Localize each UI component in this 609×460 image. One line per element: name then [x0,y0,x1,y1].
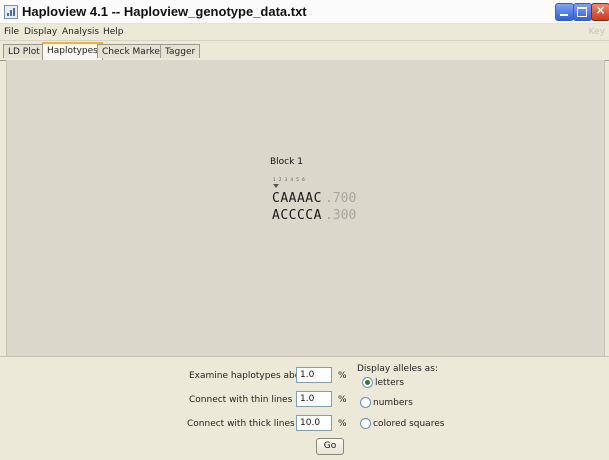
haplotype-sequence: ACCCCA [272,208,322,223]
letters-radio-label[interactable]: letters [375,378,404,388]
minimize-button[interactable] [555,3,574,21]
tab-bar: LD Plot Haplotypes Check Markers Tagger [0,41,609,61]
haplotype-sequence: CAAAAC [272,191,322,206]
marker-id-labels: 1 2 3 4 5 6 [273,177,306,182]
minimize-icon [560,14,568,16]
thin-lines-label: Connect with thin lines if > [189,395,312,405]
title-bar: Haploview 4.1 -- Haploview_genotype_data… [0,0,609,24]
numbers-radio-label[interactable]: numbers [373,398,413,408]
haplotype-row: CAAAAC .700 [272,191,356,206]
thin-lines-input[interactable] [296,391,332,407]
menu-display[interactable]: Display [24,27,57,37]
haploview-window: Haploview 4.1 -- Haploview_genotype_data… [0,0,609,460]
examine-percent-label: % [338,371,347,381]
close-button[interactable]: × [591,3,609,21]
marker-tick-icon [273,184,279,188]
haplotype-row: ACCCCA .300 [272,208,356,223]
thin-percent-label: % [338,395,347,405]
haploview-app-icon [4,5,18,19]
maximize-icon [577,7,587,17]
maximize-button[interactable] [573,3,592,21]
menu-help[interactable]: Help [103,27,124,37]
colored-squares-radio[interactable] [360,418,371,429]
display-alleles-label: Display alleles as: [357,364,438,374]
haplotype-frequency: .300 [324,208,357,223]
colored-squares-radio-label[interactable]: colored squares [373,419,444,429]
letters-radio[interactable] [362,377,373,388]
menu-file[interactable]: File [4,27,19,37]
examine-haplotypes-label: Examine haplotypes above [189,371,312,381]
tab-tagger[interactable]: Tagger [160,44,201,58]
haplotype-frequency: .700 [324,191,357,206]
thick-percent-label: % [338,419,347,429]
go-button[interactable]: Go [316,438,344,455]
examine-haplotypes-input[interactable] [296,367,332,383]
block-label: Block 1 [270,157,303,167]
thick-lines-label: Connect with thick lines if > [187,419,314,429]
tab-haplotypes[interactable]: Haplotypes [42,42,103,61]
thick-lines-input[interactable] [296,415,332,431]
haplotype-display-panel: Block 1 1 2 3 4 5 6 CAAAAC .700 ACCCCA .30… [6,60,605,356]
window-title: Haploview 4.1 -- Haploview_genotype_data… [22,4,307,19]
key-label: Key [588,27,605,37]
menu-bar: File Display Analysis Help Key [0,24,609,41]
menu-analysis[interactable]: Analysis [62,27,99,37]
close-icon: × [595,3,606,17]
tab-ld-plot[interactable]: LD Plot [3,44,45,58]
numbers-radio[interactable] [360,397,371,408]
